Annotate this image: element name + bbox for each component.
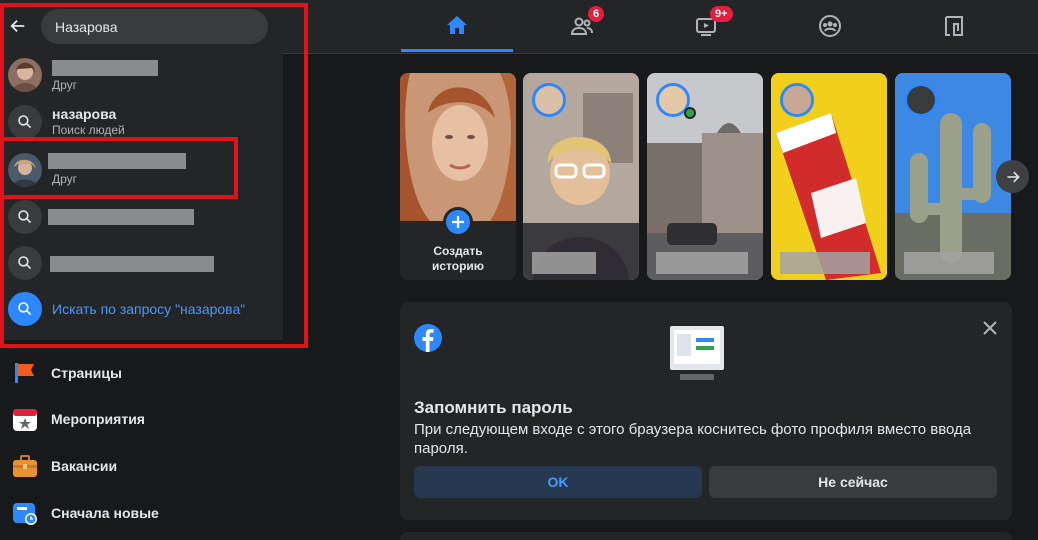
sidebar-item-label: Мероприятия [51, 411, 145, 427]
search-result-query[interactable]: назарова Поиск людей [0, 99, 283, 145]
story-avatar [780, 83, 814, 117]
calendar-star-icon [13, 409, 37, 431]
profile-photo [400, 73, 516, 221]
story-avatar [532, 83, 566, 117]
story-card[interactable] [647, 73, 763, 280]
story-name-redacted [532, 252, 596, 274]
feed-next-card [400, 532, 1012, 540]
create-story-label: Создать историю [400, 244, 516, 274]
search-all-label: Искать по запросу "назарова" [52, 301, 246, 317]
name-redacted [52, 60, 158, 76]
remember-password-card: Запомнить пароль При следующем входе с э… [400, 302, 1012, 520]
sidebar-item-events[interactable]: Мероприятия [0, 398, 300, 442]
close-button[interactable] [978, 316, 1002, 340]
plus-icon [452, 216, 464, 228]
result-subtitle: Поиск людей [52, 123, 125, 137]
back-button[interactable] [6, 14, 30, 38]
story-card[interactable] [895, 73, 1011, 280]
story-name-redacted [656, 252, 748, 274]
online-indicator [684, 107, 696, 119]
watch-badge: 9+ [710, 6, 733, 22]
create-story-label-line1: Создать [433, 244, 483, 258]
search-result-friend[interactable]: Друг [0, 147, 283, 193]
friends-badge: 6 [588, 6, 605, 22]
story-card[interactable] [523, 73, 639, 280]
story-card[interactable] [771, 73, 887, 280]
search-icon [18, 115, 32, 129]
result-subtitle: Друг [52, 78, 78, 92]
search-icon-circle [8, 292, 42, 326]
result-title: назарова [52, 106, 117, 122]
sidebar-item-jobs[interactable]: Вакансии [0, 445, 300, 489]
search-icon [18, 302, 32, 316]
search-result-friend[interactable]: Друг [0, 52, 283, 98]
computer-screen-illustration [670, 326, 724, 380]
stories-next-button[interactable] [996, 160, 1029, 193]
create-story-card[interactable]: Создать историю [400, 73, 516, 280]
ok-button[interactable]: OK [414, 466, 702, 498]
search-input[interactable] [41, 9, 268, 44]
story-avatar [904, 83, 938, 117]
query-redacted [50, 256, 214, 272]
search-icon-circle [8, 105, 42, 139]
search-result-query[interactable] [0, 194, 283, 240]
gaming-icon [945, 16, 963, 36]
clock-feed-icon [13, 503, 37, 525]
sidebar-item-most-recent[interactable]: Сначала новые [0, 492, 300, 536]
not-now-button[interactable]: Не сейчас [709, 466, 997, 498]
tab-friends[interactable]: 6 [526, 0, 638, 52]
groups-icon [819, 15, 841, 37]
search-all-button[interactable]: Искать по запросу "назарова" [0, 286, 283, 332]
sidebar-item-label: Страницы [51, 365, 122, 381]
result-subtitle: Друг [52, 172, 78, 186]
tab-home[interactable] [401, 0, 513, 52]
story-name-redacted [780, 252, 870, 274]
avatar [8, 153, 42, 187]
search-icon [18, 210, 32, 224]
tab-watch[interactable]: 9+ [650, 0, 762, 52]
search-icon-circle [8, 200, 42, 234]
sidebar-item-label: Сначала новые [51, 505, 159, 521]
create-story-label-line2: историю [431, 259, 485, 273]
tab-groups[interactable] [774, 0, 886, 52]
query-redacted [48, 209, 194, 225]
add-story-button[interactable] [443, 207, 473, 237]
search-icon-circle [8, 246, 42, 280]
search-icon [18, 256, 32, 270]
sidebar-item-label: Вакансии [51, 458, 118, 474]
arrow-left-icon [10, 19, 25, 33]
card-title: Запомнить пароль [414, 398, 573, 417]
search-result-query[interactable] [0, 240, 283, 286]
briefcase-icon [13, 455, 37, 477]
arrow-right-icon [1006, 171, 1020, 182]
tab-gaming[interactable] [898, 0, 1010, 52]
home-icon [447, 15, 467, 34]
name-redacted [48, 153, 186, 169]
card-description: При следующем входе с этого браузера кос… [414, 421, 972, 457]
flag-icon [15, 363, 34, 383]
search-dropdown: Друг назарова Поиск людей Друг Иск [0, 0, 283, 340]
close-icon [983, 321, 997, 335]
avatar [8, 58, 42, 92]
story-name-redacted [904, 252, 994, 274]
sidebar-item-pages[interactable]: Страницы [0, 352, 300, 396]
facebook-logo-icon [414, 324, 442, 352]
